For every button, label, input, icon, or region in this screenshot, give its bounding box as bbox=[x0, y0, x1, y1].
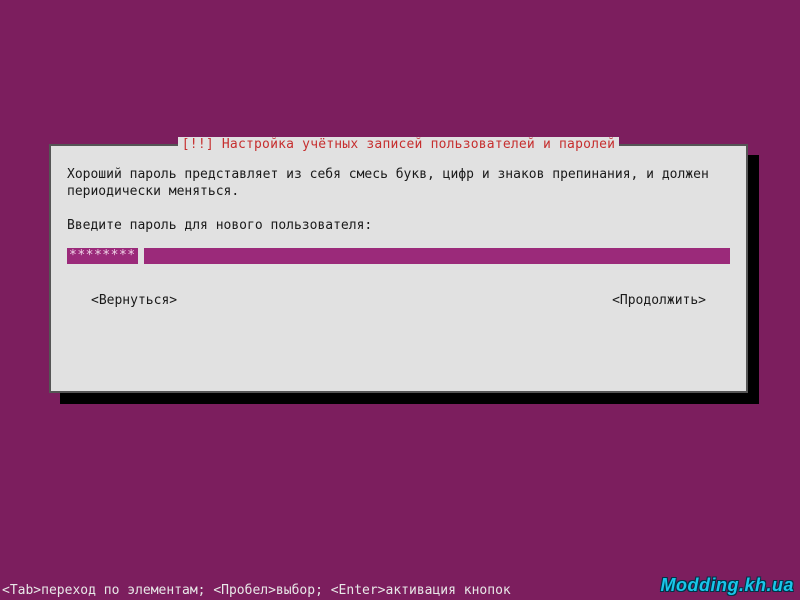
password-input-track[interactable] bbox=[144, 248, 730, 264]
title-text: Настройка учётных записей пользователей … bbox=[222, 137, 615, 152]
back-button[interactable]: <Вернуться> bbox=[91, 292, 177, 309]
installer-dialog: [!!] Настройка учётных записей пользоват… bbox=[49, 144, 748, 393]
title-prefix: [!!] bbox=[182, 137, 214, 152]
dialog-title-bar: [!!] Настройка учётных записей пользоват… bbox=[51, 137, 746, 152]
dialog-content: Хороший пароль представляет из себя смес… bbox=[51, 146, 746, 309]
watermark: Modding.kh.ua bbox=[661, 575, 794, 596]
password-input[interactable]: ******** bbox=[67, 248, 138, 264]
dialog-button-row: <Вернуться> <Продолжить> bbox=[67, 292, 730, 309]
password-input-row[interactable]: ******** bbox=[67, 248, 730, 264]
password-guidance-text: Хороший пароль представляет из себя смес… bbox=[67, 166, 730, 200]
footer-help-text: <Tab>переход по элементам; <Пробел>выбор… bbox=[0, 583, 513, 598]
dialog-title: [!!] Настройка учётных записей пользоват… bbox=[178, 137, 619, 152]
password-prompt: Введите пароль для нового пользователя: bbox=[67, 217, 730, 234]
continue-button[interactable]: <Продолжить> bbox=[612, 292, 706, 309]
